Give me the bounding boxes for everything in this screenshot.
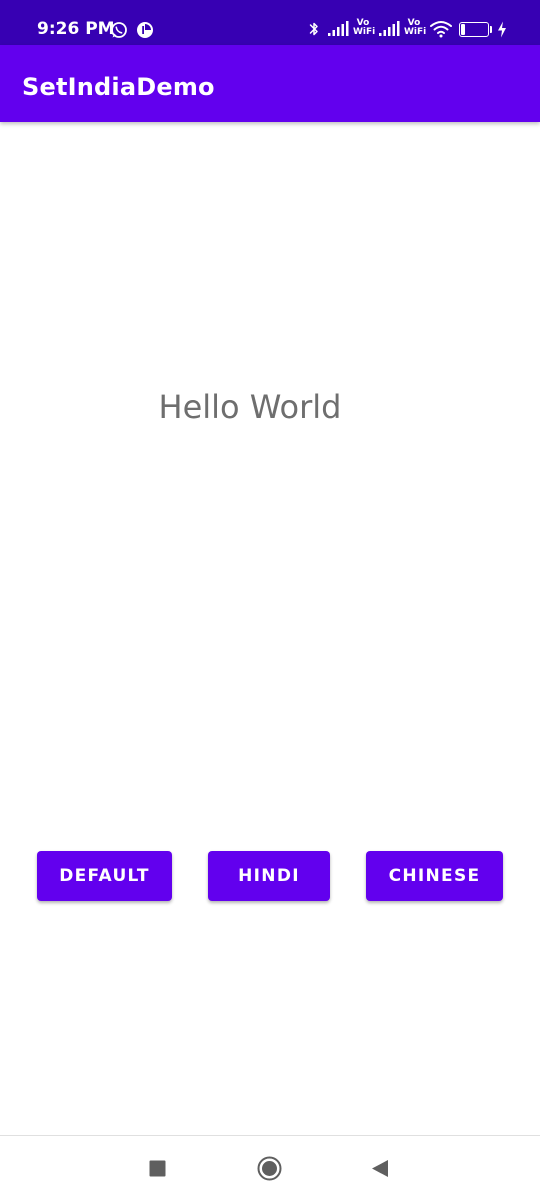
- bluetooth-icon: [309, 22, 318, 36]
- whatsapp-icon: [111, 22, 127, 38]
- battery-tip: [490, 26, 492, 33]
- signal-strength-icon: [379, 21, 400, 36]
- battery-icon: 21: [459, 22, 489, 37]
- hello-message: Hello World: [158, 388, 342, 426]
- pie-app-icon: [137, 22, 153, 38]
- home-circle-icon[interactable]: [257, 1156, 282, 1181]
- vowifi-bottom-label: WiFi: [353, 27, 376, 37]
- hindi-language-button[interactable]: HINDI: [208, 851, 330, 901]
- status-time: 9:26 PM: [37, 19, 115, 39]
- default-language-button[interactable]: DEFAULT: [37, 851, 172, 901]
- charging-bolt-icon: [498, 21, 506, 38]
- vowifi-bottom-label: WiFi: [404, 27, 427, 37]
- back-triangle-icon[interactable]: [371, 1159, 389, 1178]
- chinese-language-button[interactable]: CHINESE: [366, 851, 503, 901]
- app-title: SetIndiaDemo: [22, 73, 215, 101]
- wifi-icon: [430, 21, 452, 38]
- signal-strength-icon: [328, 21, 349, 36]
- recents-square-icon[interactable]: [149, 1160, 166, 1177]
- vowifi-indicator-2: Vo WiFi: [404, 19, 427, 37]
- screen: 9:26 PM Vo WiFi Vo WiFi 21 SetIndiaDemo …: [0, 0, 540, 1200]
- vowifi-indicator-1: Vo WiFi: [353, 19, 376, 37]
- app-bar: SetIndiaDemo: [0, 45, 540, 122]
- navigation-bar: [0, 1135, 540, 1200]
- status-bar: 9:26 PM Vo WiFi Vo WiFi 21: [0, 0, 540, 45]
- battery-level-text: 21: [467, 23, 481, 34]
